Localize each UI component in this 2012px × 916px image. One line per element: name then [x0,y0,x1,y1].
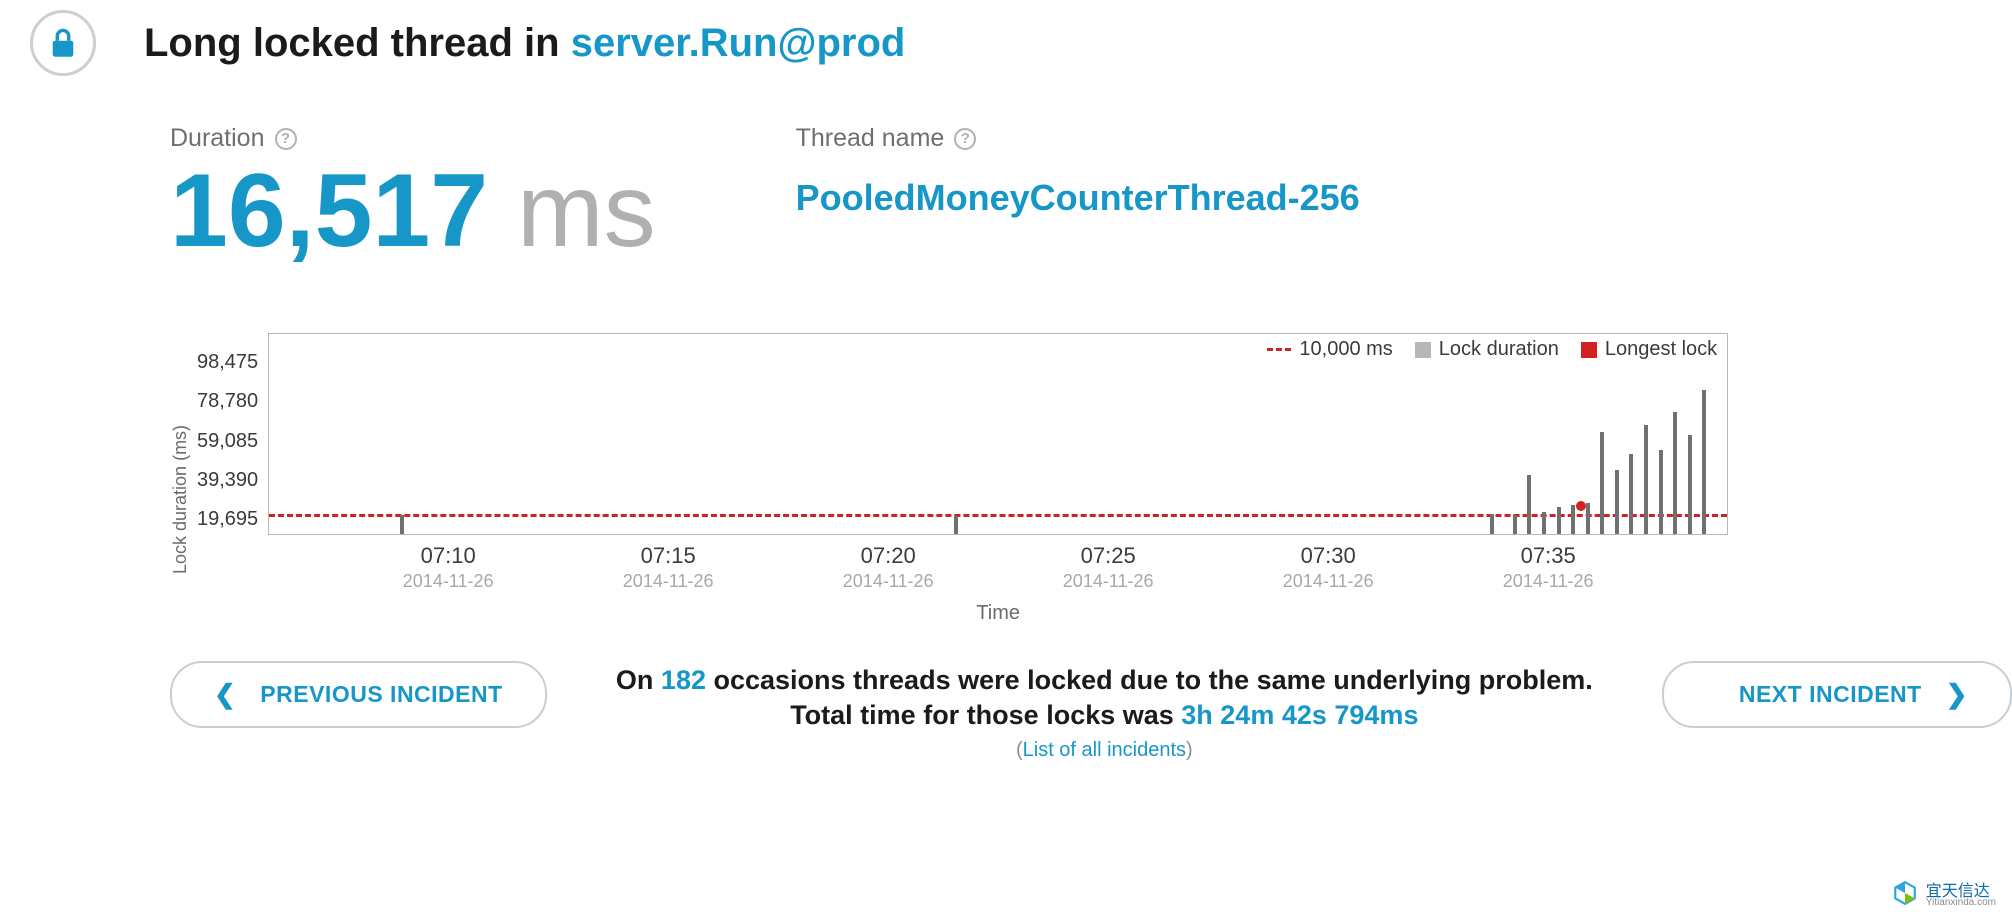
incident-summary: On 182 occasions threads were locked due… [583,661,1626,762]
legend-lock-duration: Lock duration [1439,338,1559,361]
next-incident-label: NEXT INCIDENT [1739,681,1922,708]
chart-bar[interactable] [400,515,404,534]
page-title: Long locked thread in server.Run@prod [144,21,905,66]
chart-bar[interactable] [954,516,958,534]
lock-duration-chart: Lock duration (ms) 98,475 78,780 59,085 39,… [170,333,2012,625]
lock-duration-swatch-icon [1415,342,1431,358]
x-tick: 07:202014-11-26 [843,543,934,592]
chart-area[interactable]: 10,000 ms Lock duration Longest lock [268,333,1728,535]
thread-name[interactable]: PooledMoneyCounterThread-256 [796,177,1360,219]
chart-bar[interactable] [1557,507,1561,534]
threshold-swatch-icon [1267,348,1291,351]
legend-threshold: 10,000 ms [1299,338,1392,361]
next-incident-button[interactable]: NEXT INCIDENT ❯ [1662,661,2012,728]
x-axis-ticks: 07:102014-11-26 07:152014-11-26 07:202014-… [268,543,1728,592]
occasion-count: 182 [661,665,706,695]
x-tick: 07:152014-11-26 [623,543,714,592]
x-axis-label: Time [268,602,1728,625]
x-tick: 07:102014-11-26 [403,543,494,592]
x-tick: 07:352014-11-26 [1503,543,1594,592]
chart-bar[interactable] [1490,514,1494,534]
x-tick: 07:252014-11-26 [1063,543,1154,592]
y-tick: 78,780 [197,390,258,413]
x-tick: 07:302014-11-26 [1283,543,1374,592]
chart-bar[interactable] [1542,512,1546,534]
chevron-left-icon: ❮ [214,679,236,710]
chart-legend: 10,000 ms Lock duration Longest lock [1267,338,1717,361]
thread-label: Thread name [796,124,945,153]
chart-bar[interactable] [1571,505,1575,534]
chart-bar[interactable] [1673,412,1677,534]
duration-value: 16,517 [170,153,488,269]
y-axis-ticks: 98,475 78,780 59,085 39,390 19,695 [197,351,268,531]
y-tick: 19,695 [197,508,258,531]
chart-bar[interactable] [1527,475,1531,534]
help-icon[interactable]: ? [275,128,297,150]
chevron-right-icon: ❯ [1946,679,1968,710]
chart-bar[interactable] [1615,470,1619,534]
chart-bar[interactable] [1629,454,1633,534]
previous-incident-label: PREVIOUS INCIDENT [260,681,502,708]
total-lock-time: 3h 24m 42s 794ms [1181,700,1418,730]
title-link[interactable]: server.Run@prod [571,21,906,65]
watermark-sub: Yitianxinda.com [1926,897,1996,908]
y-tick: 39,390 [197,469,258,492]
chart-bar[interactable] [1702,390,1706,534]
y-tick: 98,475 [197,351,258,374]
chart-bar[interactable] [1586,503,1590,534]
thread-name-metric: Thread name ? PooledMoneyCounterThread-2… [796,124,1360,263]
lock-icon [30,10,96,76]
y-axis-label: Lock duration (ms) [170,333,191,625]
duration-metric: Duration ? 16,517 ms [170,124,656,263]
legend-longest-lock: Longest lock [1605,338,1717,361]
chart-bar[interactable] [1644,425,1648,534]
chart-bar[interactable] [1688,435,1692,534]
chart-bar[interactable] [1659,450,1663,534]
duration-label: Duration [170,124,265,153]
previous-incident-button[interactable]: ❮ PREVIOUS INCIDENT [170,661,547,728]
chart-bar[interactable] [1513,515,1517,534]
duration-unit: ms [488,153,656,269]
help-icon[interactable]: ? [954,128,976,150]
chart-bar[interactable] [1600,432,1604,534]
watermark-logo-icon [1892,880,1918,906]
list-all-incidents-link[interactable]: List of all incidents [1023,739,1186,761]
y-tick: 59,085 [197,430,258,453]
longest-lock-swatch-icon [1581,342,1597,358]
longest-lock-marker[interactable] [1576,501,1586,511]
watermark: 宜天信达 Yitianxinda.com [1892,877,1996,908]
title-prefix: Long locked thread in [144,21,571,65]
